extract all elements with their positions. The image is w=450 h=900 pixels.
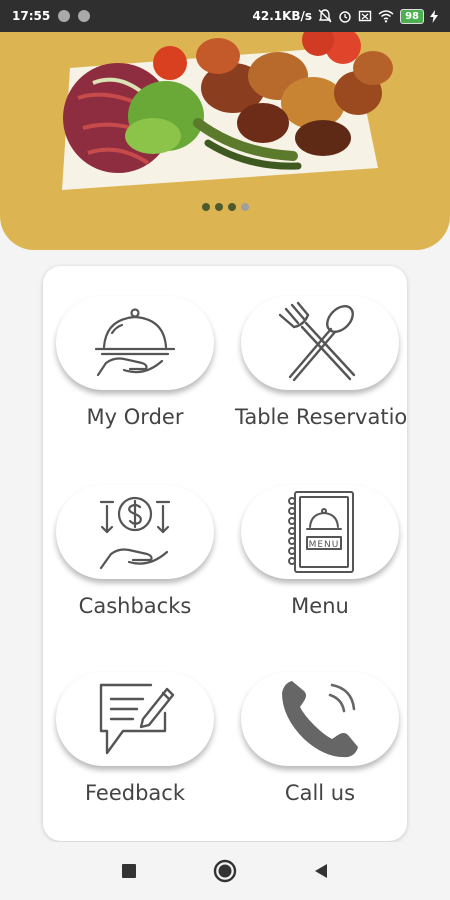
home-circle-icon xyxy=(213,859,237,883)
back-triangle-icon xyxy=(315,864,327,878)
carousel-dot[interactable] xyxy=(201,203,210,211)
carousel-dot[interactable] xyxy=(240,203,249,211)
menu-book-icon: MENU xyxy=(283,489,357,575)
sim-icon xyxy=(358,10,372,22)
fork-spoon-icon xyxy=(278,301,362,385)
svg-text:MENU: MENU xyxy=(309,540,340,550)
alarm-icon xyxy=(339,11,351,23)
recents-button[interactable] xyxy=(81,842,177,900)
table-reservation-label: Table Reservatio xyxy=(235,405,407,429)
call-us-button[interactable] xyxy=(241,672,399,766)
my-order-button[interactable] xyxy=(56,296,214,390)
home-button[interactable] xyxy=(177,842,273,900)
status-bar: 17:55 42.1KB/s 98 xyxy=(0,0,450,32)
cloche-hand-icon xyxy=(90,305,180,381)
back-button[interactable] xyxy=(273,842,369,900)
food-image xyxy=(62,32,393,190)
mute-bell-icon xyxy=(318,9,332,23)
notification-dot-icon xyxy=(78,10,91,22)
hero-banner[interactable] xyxy=(0,32,450,250)
my-order-label: My Order xyxy=(86,405,184,429)
battery-level: 98 xyxy=(400,8,424,24)
cashbacks-tile[interactable]: Cashbacks xyxy=(50,485,220,618)
feedback-button[interactable] xyxy=(56,672,214,766)
feedback-pen-icon xyxy=(93,679,177,759)
carousel-dot[interactable] xyxy=(227,203,236,211)
menu-label: Menu xyxy=(291,594,349,618)
my-order-tile[interactable]: My Order xyxy=(50,296,220,429)
feedback-tile[interactable]: Feedback xyxy=(50,672,220,805)
recents-square-icon xyxy=(122,864,136,878)
cashbacks-button[interactable] xyxy=(56,485,214,579)
wifi-icon xyxy=(378,9,394,22)
charging-icon xyxy=(430,9,438,23)
call-us-label: Call us xyxy=(284,781,356,805)
status-time: 17:55 xyxy=(12,9,51,23)
table-reservation-tile[interactable]: Table Reservatio xyxy=(235,296,407,429)
feedback-label: Feedback xyxy=(84,781,185,805)
notification-dot-icon xyxy=(58,10,71,22)
call-us-tile[interactable]: Call us xyxy=(235,672,405,805)
dollar-coin-hand-icon xyxy=(93,492,177,572)
table-reservation-button[interactable] xyxy=(241,296,399,390)
menu-card: My Order Table Reservatio Cashbacks MENU… xyxy=(43,266,407,841)
phone-icon xyxy=(276,677,364,761)
cashbacks-label: Cashbacks xyxy=(78,594,192,618)
carousel-dot[interactable] xyxy=(214,203,223,211)
carousel-indicator[interactable] xyxy=(0,203,450,211)
system-nav-bar xyxy=(0,842,450,900)
network-speed: 42.1KB/s xyxy=(252,9,313,23)
menu-button[interactable]: MENU xyxy=(241,485,399,579)
menu-tile[interactable]: MENU Menu xyxy=(235,485,405,618)
